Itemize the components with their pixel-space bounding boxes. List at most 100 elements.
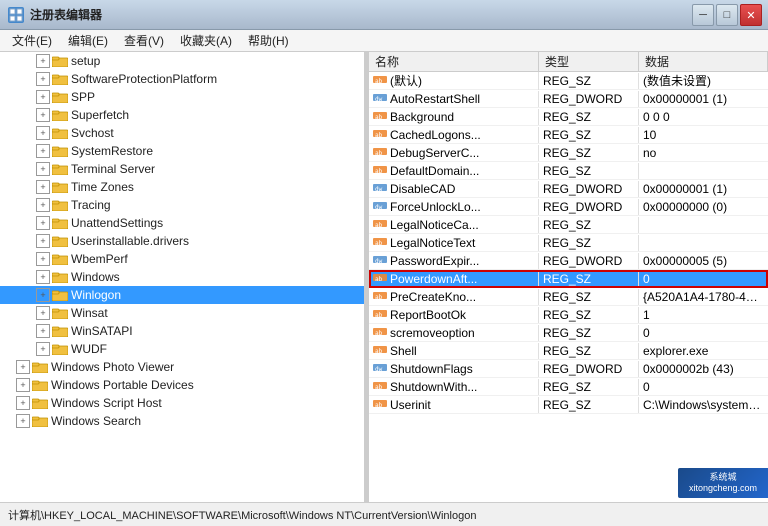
tree-toggle-icon[interactable]: + (36, 54, 50, 68)
tree-item[interactable]: + Windows Search (0, 412, 364, 430)
reg-name-text: PowerdownAft... (390, 272, 477, 286)
svg-text:ab: ab (375, 402, 383, 409)
tree-item[interactable]: + Windows Script Host (0, 394, 364, 412)
tree-item[interactable]: + Tracing (0, 196, 364, 214)
table-row[interactable]: ab PreCreateKno...REG_SZ{A520A1A4-1780-4… (369, 288, 768, 306)
table-row[interactable]: ab BackgroundREG_SZ0 0 0 (369, 108, 768, 126)
reg-name-cell: ab PowerdownAft... (369, 271, 539, 287)
table-row[interactable]: dw DisableCADREG_DWORD0x00000001 (1) (369, 180, 768, 198)
tree-toggle-icon[interactable]: + (16, 378, 30, 392)
reg-data-cell (639, 170, 768, 172)
tree-item[interactable]: + WUDF (0, 340, 364, 358)
table-row[interactable]: ab ShellREG_SZexplorer.exe (369, 342, 768, 360)
reg-data-cell: 0x00000005 (5) (639, 253, 768, 269)
tree-item[interactable]: + SystemRestore (0, 142, 364, 160)
tree-item[interactable]: + Winsat (0, 304, 364, 322)
table-row[interactable]: ab ShutdownWith...REG_SZ0 (369, 378, 768, 396)
tree-toggle-icon[interactable]: + (36, 288, 50, 302)
reg-data-cell: {A520A1A4-1780-4FF6-B... (639, 289, 768, 305)
menu-favorites[interactable]: 收藏夹(A) (172, 30, 240, 51)
tree-item[interactable]: + SoftwareProtectionPlatform (0, 70, 364, 88)
table-row[interactable]: ab UserinitREG_SZC:\Windows\system32\u..… (369, 396, 768, 414)
tree-item[interactable]: + Svchost (0, 124, 364, 142)
tree-item[interactable]: + Windows (0, 268, 364, 286)
tree-toggle-icon[interactable]: + (36, 108, 50, 122)
tree-item-label: Windows (71, 270, 120, 284)
reg-name-cell: ab DefaultDomain... (369, 163, 539, 179)
registry-rows[interactable]: ab (默认)REG_SZ(数值未设置) dw AutoRestartShell… (369, 72, 768, 502)
watermark: 系统城xitongcheng.com (678, 468, 768, 498)
tree-item[interactable]: + Winlogon (0, 286, 364, 304)
reg-type-cell: REG_SZ (539, 379, 639, 395)
menu-help[interactable]: 帮助(H) (240, 30, 297, 51)
minimize-button[interactable]: ─ (692, 4, 714, 26)
tree-toggle-icon[interactable]: + (36, 126, 50, 140)
tree-item[interactable]: + Userinstallable.drivers (0, 232, 364, 250)
table-row[interactable]: ab LegalNoticeTextREG_SZ (369, 234, 768, 252)
maximize-button[interactable]: □ (716, 4, 738, 26)
tree-item[interactable]: + Time Zones (0, 178, 364, 196)
table-row[interactable]: ab PowerdownAft...REG_SZ0 (369, 270, 768, 288)
tree-toggle-icon[interactable]: + (36, 180, 50, 194)
tree-toggle-icon[interactable]: + (16, 360, 30, 374)
reg-name-text: LegalNoticeText (390, 236, 475, 250)
reg-type-icon: ab (373, 128, 387, 142)
tree-item[interactable]: + SPP (0, 88, 364, 106)
tree-inner[interactable]: + setup+ SoftwareProtectionPlatform+ SPP… (0, 52, 364, 502)
reg-type-icon: ab (373, 398, 387, 412)
svg-text:ab: ab (375, 222, 383, 229)
tree-item[interactable]: + WbemPerf (0, 250, 364, 268)
tree-toggle-icon[interactable]: + (16, 414, 30, 428)
tree-item[interactable]: + Windows Portable Devices (0, 376, 364, 394)
tree-item-label: Windows Search (51, 414, 141, 428)
tree-toggle-icon[interactable]: + (36, 198, 50, 212)
table-row[interactable]: ab DefaultDomain...REG_SZ (369, 162, 768, 180)
menu-file[interactable]: 文件(E) (4, 30, 60, 51)
tree-item[interactable]: + Superfetch (0, 106, 364, 124)
table-row[interactable]: dw AutoRestartShellREG_DWORD0x00000001 (… (369, 90, 768, 108)
table-row[interactable]: dw ShutdownFlagsREG_DWORD0x0000002b (43) (369, 360, 768, 378)
reg-type-cell: REG_SZ (539, 397, 639, 413)
tree-toggle-icon[interactable]: + (36, 324, 50, 338)
reg-name-text: PreCreateKno... (390, 290, 476, 304)
menu-edit[interactable]: 编辑(E) (60, 30, 116, 51)
tree-item-label: Windows Script Host (51, 396, 162, 410)
menu-view[interactable]: 查看(V) (116, 30, 172, 51)
table-row[interactable]: dw ForceUnlockLo...REG_DWORD0x00000000 (… (369, 198, 768, 216)
reg-name-text: ShutdownFlags (390, 362, 473, 376)
tree-item-label: WUDF (71, 342, 107, 356)
table-row[interactable]: ab DebugServerC...REG_SZno (369, 144, 768, 162)
tree-item[interactable]: + Terminal Server (0, 160, 364, 178)
tree-toggle-icon[interactable]: + (36, 270, 50, 284)
tree-toggle-icon[interactable]: + (36, 144, 50, 158)
reg-type-icon: ab (373, 164, 387, 178)
reg-type-cell: REG_DWORD (539, 253, 639, 269)
tree-toggle-icon[interactable]: + (36, 216, 50, 230)
table-row[interactable]: ab ReportBootOkREG_SZ1 (369, 306, 768, 324)
tree-toggle-icon[interactable]: + (36, 342, 50, 356)
tree-toggle-icon[interactable]: + (36, 234, 50, 248)
table-row[interactable]: ab scremoveoptionREG_SZ0 (369, 324, 768, 342)
tree-toggle-icon[interactable]: + (36, 162, 50, 176)
tree-toggle-icon[interactable]: + (36, 252, 50, 266)
tree-toggle-icon[interactable]: + (16, 396, 30, 410)
table-row[interactable]: ab (默认)REG_SZ(数值未设置) (369, 72, 768, 90)
tree-item[interactable]: + UnattendSettings (0, 214, 364, 232)
tree-item-label: UnattendSettings (71, 216, 163, 230)
tree-item-label: Windows Portable Devices (51, 378, 194, 392)
reg-type-cell: REG_SZ (539, 127, 639, 143)
tree-item[interactable]: + WinSATAPI (0, 322, 364, 340)
table-row[interactable]: ab LegalNoticeCa...REG_SZ (369, 216, 768, 234)
tree-toggle-icon[interactable]: + (36, 306, 50, 320)
title-bar: 注册表编辑器 ─ □ ✕ (0, 0, 768, 30)
tree-toggle-icon[interactable]: + (36, 90, 50, 104)
close-button[interactable]: ✕ (740, 4, 762, 26)
tree-item[interactable]: + setup (0, 52, 364, 70)
table-row[interactable]: ab CachedLogons...REG_SZ10 (369, 126, 768, 144)
registry-pane: 名称 类型 数据 ab (默认)REG_SZ(数值未设置) dw AutoRes… (369, 52, 768, 502)
folder-icon (32, 361, 48, 373)
folder-icon (32, 379, 48, 391)
tree-item[interactable]: + Windows Photo Viewer (0, 358, 364, 376)
table-row[interactable]: dw PasswordExpir...REG_DWORD0x00000005 (… (369, 252, 768, 270)
tree-toggle-icon[interactable]: + (36, 72, 50, 86)
